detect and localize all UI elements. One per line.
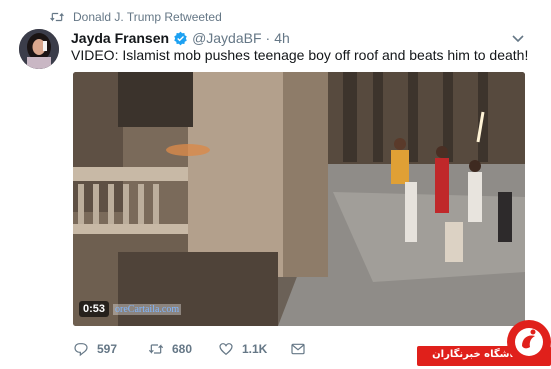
tweet-text: VIDEO: Islamist mob pushes teenage boy o…	[71, 47, 529, 63]
news-agency-badge: باشگاه خبرنگاران	[417, 316, 551, 369]
like-count: 1.1K	[242, 342, 268, 356]
tweet-card[interactable]: Donald J. Trump Retweeted Jayda Fransen …	[0, 0, 551, 369]
video-watermark: oreCartaila.com	[113, 304, 182, 315]
direct-message-button[interactable]	[290, 341, 314, 357]
logo-icon	[507, 320, 551, 364]
tweet-timestamp[interactable]: 4h	[274, 30, 290, 46]
like-button[interactable]: 1.1K	[218, 341, 267, 357]
author-name[interactable]: Jayda Fransen	[71, 30, 169, 46]
retweet-label: Donald J. Trump Retweeted	[73, 10, 222, 24]
avatar[interactable]	[19, 29, 59, 69]
video-player[interactable]: 0:53 oreCartaila.com	[73, 72, 525, 326]
reply-count: 597	[97, 342, 118, 356]
separator-dot: ·	[265, 30, 271, 46]
video-duration: 0:53	[79, 301, 110, 317]
verified-icon	[174, 31, 187, 45]
tweet-header: Jayda Fransen @JaydaBF · 4h	[71, 29, 290, 47]
retweet-button[interactable]: 680	[148, 341, 192, 357]
video-frame	[73, 72, 525, 326]
retweet-icon	[50, 12, 64, 22]
heart-icon	[219, 343, 233, 356]
retweet-count: 680	[172, 342, 193, 356]
chevron-down-icon[interactable]	[511, 31, 525, 45]
retweet-context: Donald J. Trump Retweeted	[50, 9, 222, 25]
reply-button[interactable]: 597	[73, 341, 117, 357]
retweet-icon	[148, 344, 164, 354]
author-handle[interactable]: @JaydaBF	[192, 30, 261, 46]
reply-icon	[74, 343, 88, 357]
envelope-icon	[291, 343, 305, 355]
avatar-image	[19, 29, 59, 69]
